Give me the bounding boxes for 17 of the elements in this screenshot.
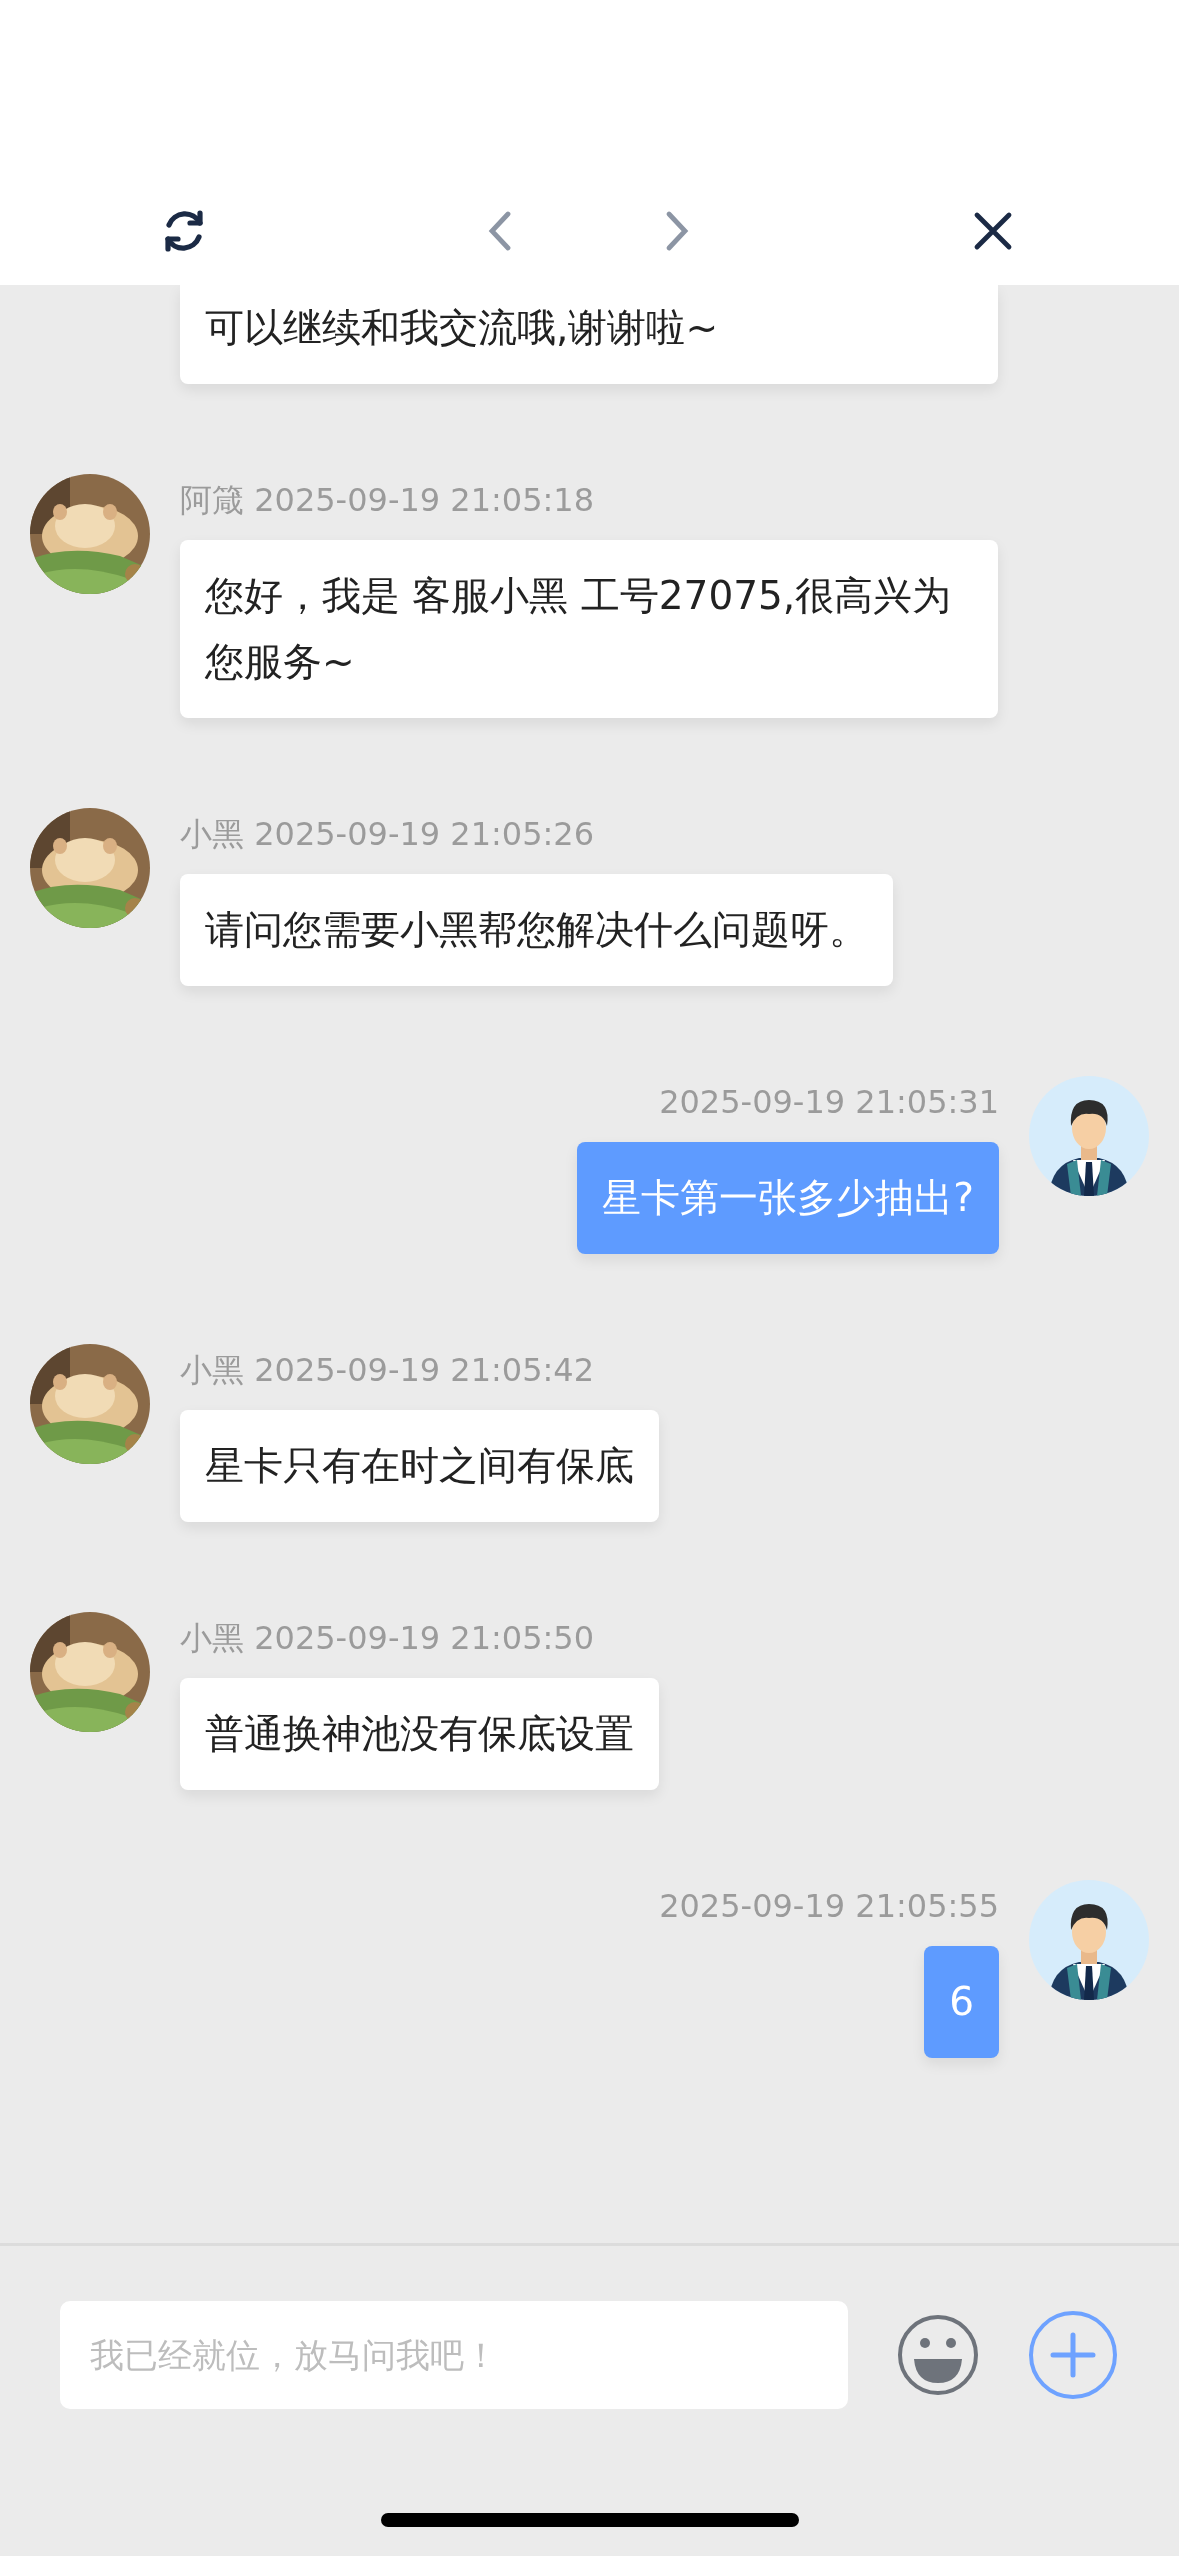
add-icon[interactable]: [1028, 2310, 1118, 2400]
message-meta: 2025-09-19 21:05:55: [659, 1886, 999, 1927]
message-bubble: 6: [924, 1946, 999, 2058]
message-bubble: 可以继续和我交流哦,谢谢啦~: [180, 285, 998, 384]
message-bubble: 星卡只有在时之间有保底: [180, 1410, 659, 1522]
emoji-icon[interactable]: [896, 2313, 980, 2397]
message-meta: 小黑 2025-09-19 21:05:50: [180, 1618, 595, 1659]
message-bubble: 请问您需要小黑帮您解决什么问题呀。: [180, 874, 893, 986]
message-bubble: 星卡第一张多少抽出?: [577, 1142, 999, 1254]
message-meta: 小黑 2025-09-19 21:05:42: [180, 1350, 595, 1391]
message-meta: 小黑 2025-09-19 21:05:26: [180, 814, 595, 855]
message-bubble: 普通换神池没有保底设置: [180, 1678, 659, 1790]
close-icon[interactable]: [973, 211, 1013, 251]
message-input[interactable]: 我已经就位，放马问我吧！: [60, 2301, 848, 2409]
message-meta: 阿箴 2025-09-19 21:05:18: [180, 480, 595, 521]
message-meta: 2025-09-19 21:05:31: [659, 1082, 999, 1123]
message-bubble: 您好，我是 客服小黑 工号27075,很高兴为您服务~: [180, 540, 998, 718]
